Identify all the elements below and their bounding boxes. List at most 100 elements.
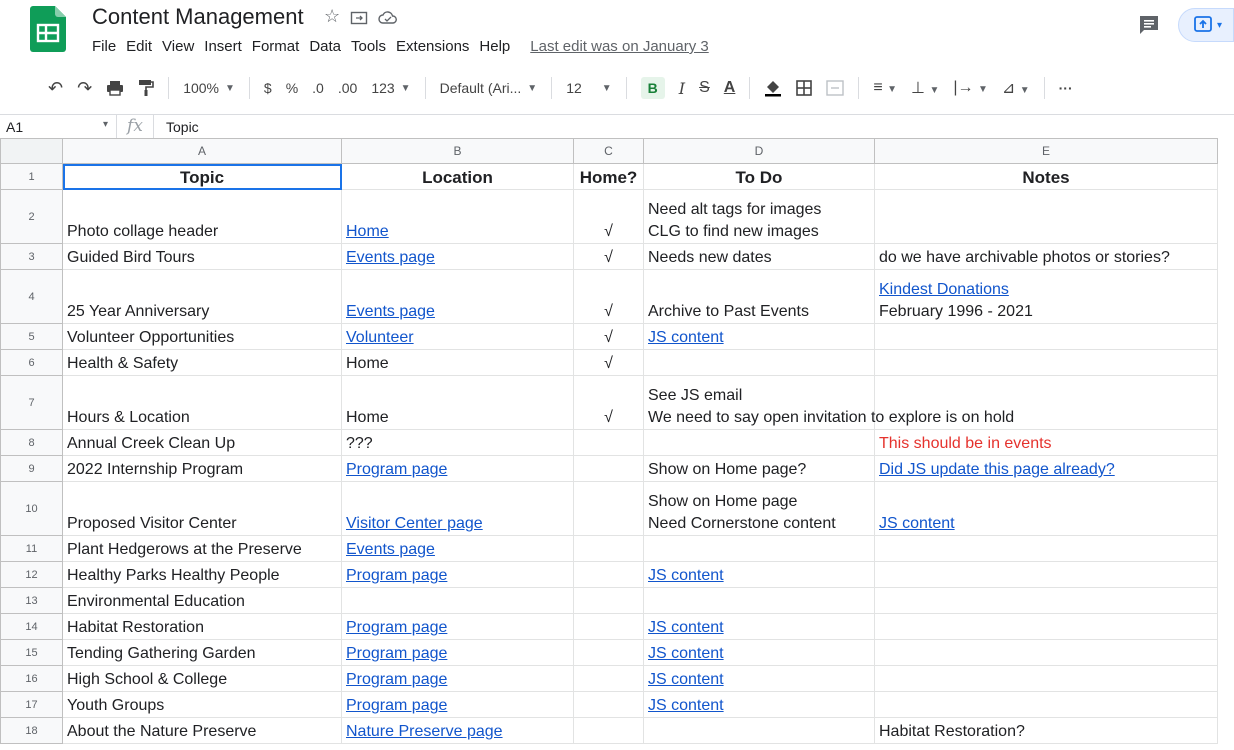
column-header-a[interactable]: A — [62, 138, 342, 164]
percent-format-button[interactable]: % — [286, 80, 298, 96]
strikethrough-button[interactable]: S — [699, 79, 710, 97]
cell-link[interactable]: JS content — [879, 515, 955, 532]
cell-link[interactable]: Program page — [346, 645, 447, 662]
cell-d12[interactable]: JS content — [643, 561, 875, 588]
column-header-c[interactable]: C — [573, 138, 644, 164]
row-header[interactable]: 14 — [0, 613, 63, 640]
row-header[interactable]: 17 — [0, 691, 63, 718]
cell-link[interactable]: JS content — [648, 697, 724, 714]
cell-e13[interactable] — [874, 587, 1218, 614]
cell-link[interactable]: Visitor Center page — [346, 515, 483, 532]
cell-e5[interactable] — [874, 323, 1218, 350]
horizontal-align-icon[interactable]: ≡ ▼ — [873, 79, 897, 97]
cell-d2[interactable]: Need alt tags for images CLG to find new … — [643, 189, 875, 244]
cell-c17[interactable] — [573, 691, 644, 718]
more-formats-select[interactable]: 123 ▼ — [371, 80, 410, 96]
cell-a14[interactable]: Habitat Restoration — [62, 613, 342, 640]
cell-link[interactable]: Program page — [346, 461, 447, 478]
cell-c9[interactable] — [573, 455, 644, 482]
name-box[interactable]: A1 ▾ — [0, 119, 116, 135]
row-header[interactable]: 18 — [0, 717, 63, 744]
cell-e3[interactable]: do we have archivable photos or stories? — [874, 243, 1218, 270]
cell-link[interactable]: JS content — [648, 329, 724, 346]
merge-cells-icon[interactable] — [826, 80, 845, 96]
column-header-b[interactable]: B — [341, 138, 574, 164]
cell-d5[interactable]: JS content — [643, 323, 875, 350]
cell-e4[interactable]: Kindest Donations February 1996 - 2021 — [874, 269, 1218, 324]
menu-extensions[interactable]: Extensions — [396, 38, 469, 55]
cell-a15[interactable]: Tending Gathering Garden — [62, 639, 342, 666]
font-select[interactable]: Default (Ari... ▼ — [440, 80, 538, 96]
row-header[interactable]: 13 — [0, 587, 63, 614]
cell-link[interactable]: Events page — [346, 303, 435, 320]
row-header[interactable]: 3 — [0, 243, 63, 270]
cell-d8[interactable] — [643, 429, 875, 456]
cell-d13[interactable] — [643, 587, 875, 614]
cell-link[interactable]: Program page — [346, 567, 447, 584]
cell-e12[interactable] — [874, 561, 1218, 588]
cell-c6[interactable]: √ — [573, 349, 644, 376]
vertical-align-icon[interactable]: ⊥ ▼ — [911, 78, 939, 98]
cell-link[interactable]: Volunteer — [346, 329, 414, 346]
cell-b12[interactable]: Program page — [341, 561, 574, 588]
text-rotation-icon[interactable]: ⊿ ▼ — [1002, 78, 1030, 98]
cell-b17[interactable]: Program page — [341, 691, 574, 718]
cell-b18[interactable]: Nature Preserve page — [341, 717, 574, 744]
cell-link[interactable]: Program page — [346, 697, 447, 714]
cell-c1[interactable]: Home? — [573, 163, 644, 190]
cell-e18[interactable]: Habitat Restoration? — [874, 717, 1218, 744]
cell-a13[interactable]: Environmental Education — [62, 587, 342, 614]
menu-view[interactable]: View — [162, 38, 194, 55]
cell-e10[interactable]: JS content — [874, 481, 1218, 536]
cell-c13[interactable] — [573, 587, 644, 614]
last-edit-link[interactable]: Last edit was on January 3 — [530, 38, 708, 55]
share-button[interactable]: ▾ — [1178, 8, 1234, 42]
cell-a7[interactable]: Hours & Location — [62, 375, 342, 430]
cell-d18[interactable] — [643, 717, 875, 744]
cell-a4[interactable]: 25 Year Anniversary — [62, 269, 342, 324]
cell-a8[interactable]: Annual Creek Clean Up — [62, 429, 342, 456]
row-header[interactable]: 7 — [0, 375, 63, 430]
cell-d10[interactable]: Show on Home page Need Cornerstone conten… — [643, 481, 875, 536]
menu-insert[interactable]: Insert — [204, 38, 242, 55]
cell-link[interactable]: Did JS update this page already? — [879, 461, 1115, 478]
row-header[interactable]: 15 — [0, 639, 63, 666]
cell-b11[interactable]: Events page — [341, 535, 574, 562]
cell-link[interactable]: Kindest Donations — [879, 279, 1009, 301]
zoom-select[interactable]: 100% ▼ — [183, 80, 235, 96]
more-button[interactable]: ··· — [1059, 80, 1073, 96]
formula-input[interactable]: Topic — [154, 119, 199, 135]
cloud-status-icon[interactable] — [378, 9, 398, 27]
cell-d14[interactable]: JS content — [643, 613, 875, 640]
fill-color-icon[interactable] — [764, 79, 782, 97]
cell-a6[interactable]: Health & Safety — [62, 349, 342, 376]
cell-c18[interactable] — [573, 717, 644, 744]
cell-link[interactable]: Events page — [346, 541, 435, 558]
cell-e16[interactable] — [874, 665, 1218, 692]
cell-link[interactable]: JS content — [648, 671, 724, 688]
menu-tools[interactable]: Tools — [351, 38, 386, 55]
cell-c15[interactable] — [573, 639, 644, 666]
cell-link[interactable]: JS content — [648, 645, 724, 662]
print-icon[interactable] — [106, 79, 124, 97]
paint-format-icon[interactable] — [138, 79, 154, 97]
cell-d11[interactable] — [643, 535, 875, 562]
row-header[interactable]: 2 — [0, 189, 63, 244]
column-header-e[interactable]: E — [874, 138, 1218, 164]
cell-c16[interactable] — [573, 665, 644, 692]
menu-help[interactable]: Help — [479, 38, 510, 55]
cell-b14[interactable]: Program page — [341, 613, 574, 640]
cell-d16[interactable]: JS content — [643, 665, 875, 692]
cell-a1[interactable]: Topic — [62, 163, 342, 190]
cell-a9[interactable]: 2022 Internship Program — [62, 455, 342, 482]
menu-edit[interactable]: Edit — [126, 38, 152, 55]
row-header[interactable]: 6 — [0, 349, 63, 376]
cell-c10[interactable] — [573, 481, 644, 536]
cell-e15[interactable] — [874, 639, 1218, 666]
move-folder-icon[interactable] — [350, 9, 368, 27]
cell-c2[interactable]: √ — [573, 189, 644, 244]
cell-link[interactable]: JS content — [648, 619, 724, 636]
borders-icon[interactable] — [796, 80, 813, 96]
menu-format[interactable]: Format — [252, 38, 300, 55]
text-wrapping-icon[interactable]: |→ ▼ — [953, 79, 988, 97]
